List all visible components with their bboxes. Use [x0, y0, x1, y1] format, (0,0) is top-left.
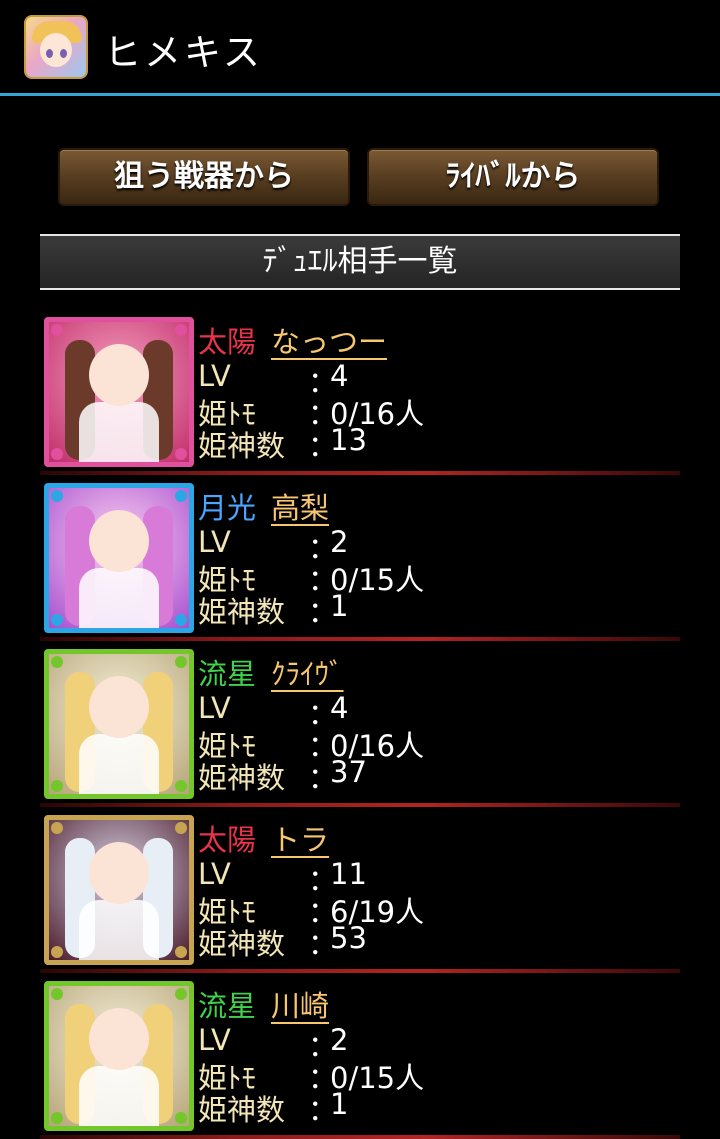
purple-haired-girl-card-icon[interactable]: [44, 483, 194, 633]
opponent-row[interactable]: 流星 川崎 LV ： 2 姫ﾄﾓ ： 0/15人 姫神数 ： 1: [40, 973, 680, 1139]
lv-value: 2: [330, 525, 349, 559]
opponent-name-link[interactable]: ｸﾗｲｳﾞ: [271, 651, 344, 693]
hime-shin-value: 13: [330, 423, 367, 457]
pink-haired-girl-card-icon[interactable]: [44, 317, 194, 467]
action-bar: ヒメキス: [0, 0, 720, 96]
hime-shin-label: 姫神数: [198, 429, 286, 463]
opponent-row[interactable]: 流星 ｸﾗｲｳﾞ LV ： 4 姫ﾄﾓ ： 0/16人 姫神数 ： 37: [40, 641, 680, 807]
opponent-row[interactable]: 太陽 トラ LV ： 11 姫ﾄﾓ ： 6/19人 姫神数 ： 53: [40, 807, 680, 973]
target-weapon-button[interactable]: 狙う戦器から: [58, 148, 350, 206]
lv-label: LV: [198, 359, 231, 393]
opponent-name-link[interactable]: なっつー: [271, 319, 387, 361]
rival-button[interactable]: ﾗｲﾊﾞﾙから: [367, 148, 659, 206]
hime-shin-label: 姫神数: [198, 1093, 286, 1127]
row-divider: [40, 1135, 680, 1139]
app-icon[interactable]: [24, 15, 88, 79]
lv-label: LV: [198, 691, 231, 725]
silver-haired-girl-card-icon[interactable]: [44, 815, 194, 965]
opponent-name-link[interactable]: 高梨: [271, 485, 329, 527]
hime-shin-label: 姫神数: [198, 595, 286, 629]
opponent-attribute: 月光: [198, 491, 257, 525]
opponent-row[interactable]: 月光 高梨 LV ： 2 姫ﾄﾓ ： 0/15人 姫神数 ： 1: [40, 475, 680, 641]
opponent-attribute: 太陽: [198, 823, 257, 857]
blonde-girl-card-icon[interactable]: [44, 649, 194, 799]
blonde-girl-card-icon[interactable]: [44, 981, 194, 1131]
hime-shin-value: 37: [330, 755, 367, 789]
opponent-name-link[interactable]: 川崎: [271, 983, 329, 1025]
lv-value: 4: [330, 691, 349, 725]
hime-shin-label: 姫神数: [198, 927, 286, 961]
opponent-attribute: 太陽: [198, 325, 257, 359]
opponent-attribute: 流星: [198, 657, 257, 691]
hime-shin-value: 53: [330, 921, 367, 955]
lv-value: 2: [330, 1023, 349, 1057]
action-bar-divider: [0, 93, 720, 96]
hime-shin-value: 1: [330, 589, 349, 623]
lv-label: LV: [198, 857, 231, 891]
lv-label: LV: [198, 1023, 231, 1057]
lv-label: LV: [198, 525, 231, 559]
opponent-attribute: 流星: [198, 989, 257, 1023]
hime-shin-value: 1: [330, 1087, 349, 1121]
lv-value: 11: [330, 857, 367, 891]
app-title: ヒメキス: [104, 31, 263, 74]
opponent-name-link[interactable]: トラ: [271, 817, 329, 859]
duel-opponent-list-header: ﾃﾞｭｴﾙ相手一覧: [40, 234, 680, 290]
lv-value: 4: [330, 359, 349, 393]
hime-shin-label: 姫神数: [198, 761, 286, 795]
opponent-row[interactable]: 太陽 なっつー LV ： 4 姫ﾄﾓ ： 0/16人 姫神数 ： 13: [40, 309, 680, 475]
